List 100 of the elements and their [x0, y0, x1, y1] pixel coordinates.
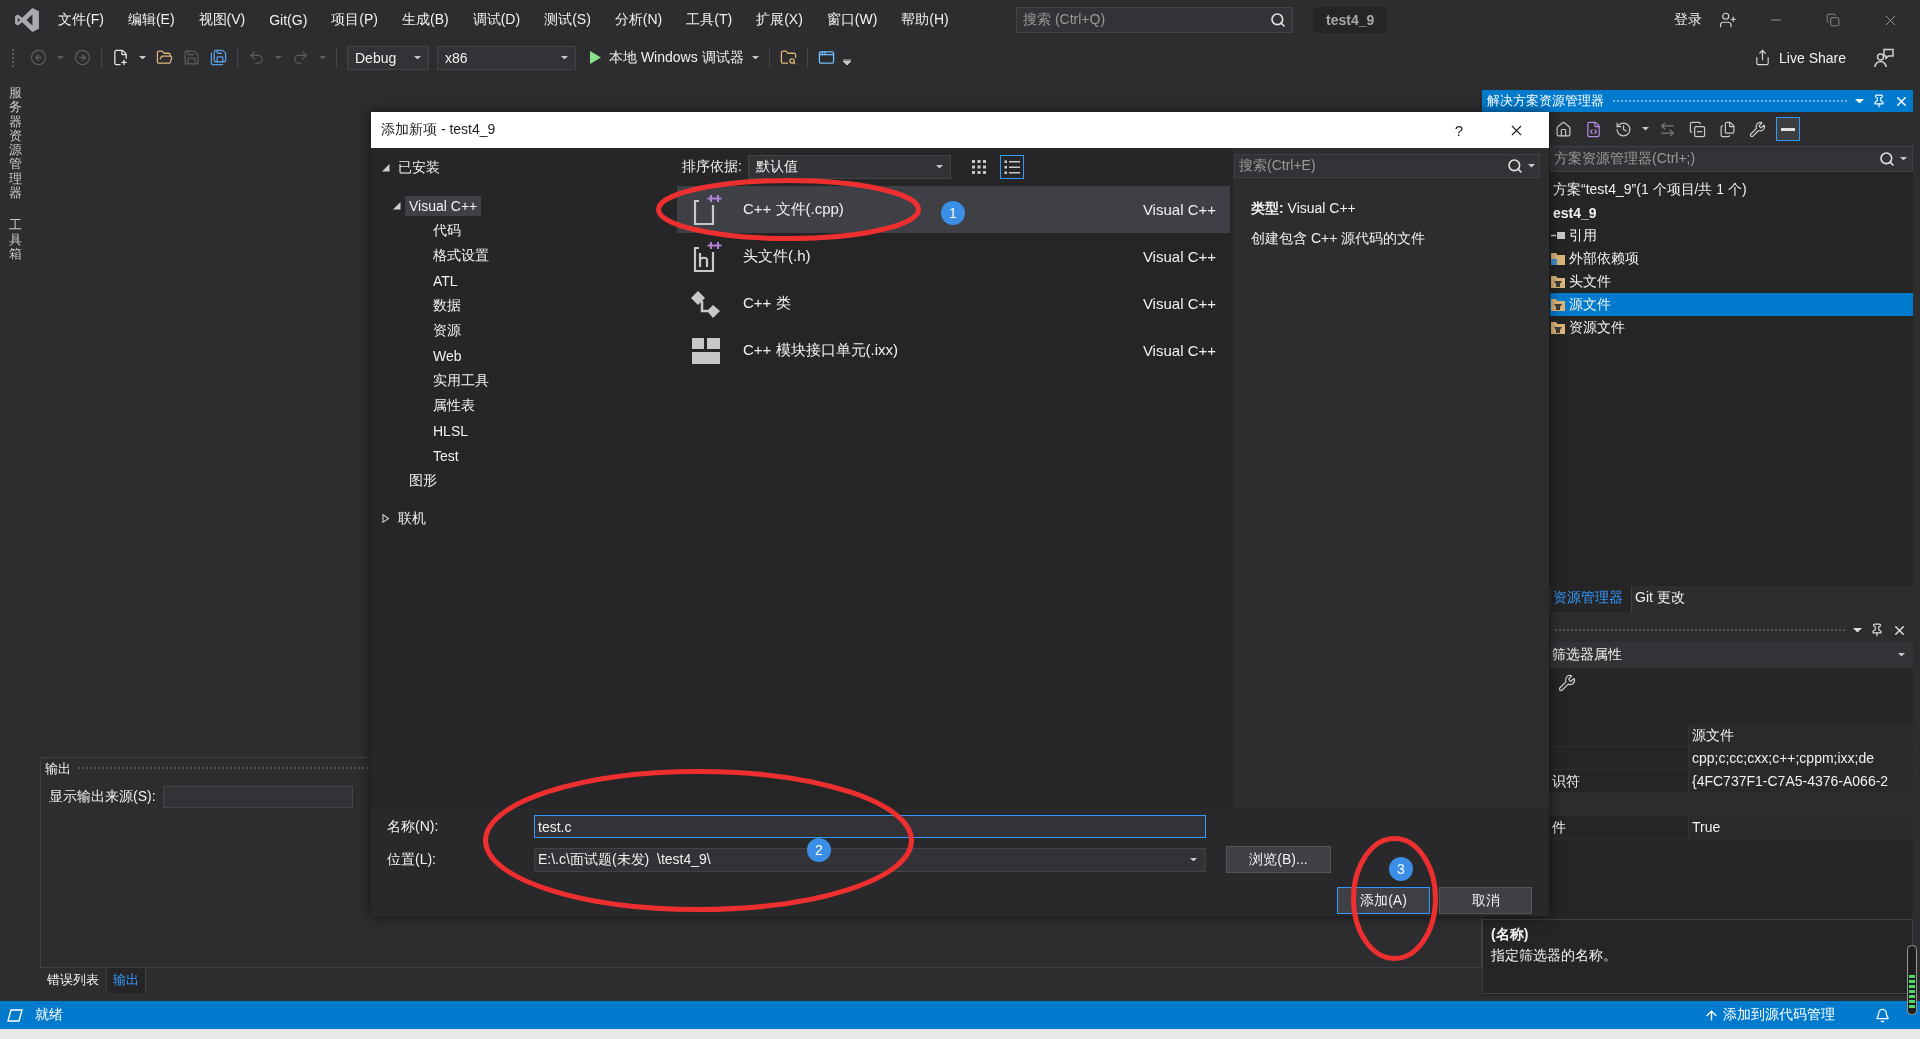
side-tab[interactable]: 工具箱: [8, 218, 22, 262]
caret-icon[interactable]: [1528, 164, 1535, 168]
menu-item[interactable]: 帮助(H): [889, 6, 961, 34]
search-field[interactable]: 方案资源管理器(Ctrl+;): [1550, 146, 1913, 172]
caret-icon[interactable]: [1900, 157, 1907, 161]
template-item[interactable]: C++ 类 Visual C++: [677, 280, 1230, 327]
tree-item[interactable]: Visual C++: [405, 195, 482, 216]
tree-item[interactable]: 图形: [405, 469, 441, 492]
tree-item[interactable]: est4_9: [1550, 201, 1913, 224]
caret-icon[interactable]: [751, 55, 759, 60]
property-value[interactable]: cpp;c;cc;cxx;c++;cppm;ixx;de: [1688, 747, 1913, 769]
menu-item[interactable]: 项目(P): [319, 6, 390, 34]
browse-button[interactable]: 浏览(B)...: [1226, 846, 1331, 873]
caret-icon[interactable]: [1853, 627, 1862, 633]
tree-item[interactable]: 数据: [429, 294, 465, 317]
tree-item[interactable]: 引用: [1550, 224, 1913, 247]
folder-search-icon[interactable]: [779, 49, 797, 66]
property-value[interactable]: {4FC737F1-C7A5-4376-A066-2: [1688, 770, 1913, 792]
template-item[interactable]: 头文件(.h) Visual C++: [677, 233, 1230, 280]
save-all-icon[interactable]: [210, 49, 227, 66]
folder-icon[interactable]: [156, 49, 173, 66]
tree-item[interactable]: 头文件: [1550, 270, 1913, 293]
wrench-icon[interactable]: [1558, 674, 1576, 692]
template-item[interactable]: C++ 模块接口单元(.ixx) Visual C++: [677, 327, 1230, 374]
menu-item[interactable]: 扩展(X): [744, 6, 815, 34]
caret-icon[interactable]: [1898, 653, 1905, 657]
tree-item[interactable]: Test: [429, 445, 463, 466]
panel-tab[interactable]: 资源管理器: [1550, 586, 1632, 612]
tree-item[interactable]: HLSL: [429, 420, 473, 441]
search-icon[interactable]: [1507, 158, 1523, 174]
window-icon[interactable]: [817, 49, 835, 66]
tree-item[interactable]: 资源: [429, 319, 465, 342]
grip-icon[interactable]: [12, 47, 16, 68]
tree-item[interactable]: 方案“test4_9”(1 个项目/共 1 个): [1550, 178, 1913, 201]
menu-item[interactable]: 分析(N): [602, 6, 675, 34]
tree-item[interactable]: 属性表: [429, 394, 479, 417]
property-value[interactable]: True: [1688, 816, 1913, 838]
add-button[interactable]: 添加(A): [1337, 887, 1430, 914]
live-share-button[interactable]: Live Share: [1754, 49, 1846, 66]
cancel-button[interactable]: 取消: [1439, 887, 1532, 914]
person-speech-icon[interactable]: [1874, 47, 1894, 68]
panel-tab[interactable]: Git 更改: [1632, 586, 1694, 612]
expanded-triangle-icon[interactable]: [392, 201, 401, 210]
property-value[interactable]: 源文件: [1688, 724, 1913, 746]
field-label: 位置(L):: [387, 850, 437, 869]
bar-caret-icon[interactable]: [842, 58, 851, 65]
add-user-icon[interactable]: [1719, 11, 1737, 29]
search-icon[interactable]: [1270, 12, 1286, 28]
panel-title: 解决方案资源管理器: [1487, 92, 1604, 110]
restore-icon[interactable]: [1826, 13, 1840, 27]
panel-tab[interactable]: 错误列表: [40, 968, 106, 993]
tree-item[interactable]: 源文件: [1550, 293, 1913, 316]
tree-item[interactable]: 实用工具: [429, 369, 493, 392]
sign-in-link[interactable]: 登录: [1674, 11, 1702, 29]
parallelogram-icon[interactable]: [7, 1008, 23, 1022]
sort-dropdown[interactable]: 默认值: [747, 155, 951, 179]
list-view-icon[interactable]: [999, 155, 1024, 179]
run-button[interactable]: 本地 Windows 调试器: [590, 48, 759, 67]
menu-item[interactable]: 工具(T): [674, 6, 745, 34]
tree-item[interactable]: 格式设置: [429, 244, 493, 267]
object-dropdown[interactable]: 筛选器属性: [1550, 642, 1913, 668]
menu-item[interactable]: 窗口(W): [814, 6, 890, 34]
new-file-icon[interactable]: [112, 49, 129, 66]
help-button[interactable]: ?: [1449, 121, 1469, 139]
source-control-link[interactable]: 添加到源代码管理: [1723, 1006, 1835, 1024]
platform-dropdown[interactable]: x86: [437, 45, 576, 70]
pin-icon[interactable]: [1872, 94, 1886, 108]
caret-icon[interactable]: [561, 55, 568, 60]
menu-item[interactable]: Git(G): [257, 6, 320, 34]
panel-tab[interactable]: 输出: [106, 968, 146, 993]
configuration-dropdown[interactable]: Debug: [347, 45, 429, 70]
expanded-triangle-icon[interactable]: [381, 163, 390, 172]
tree-item[interactable]: 代码: [429, 219, 465, 242]
search-icon[interactable]: [1879, 151, 1895, 167]
name-field[interactable]: test.c: [534, 815, 1206, 838]
tree-item[interactable]: 联机: [394, 507, 430, 530]
tree-item[interactable]: Web: [429, 345, 466, 366]
tree-item[interactable]: ATL: [429, 270, 462, 291]
menu-item[interactable]: 生成(B): [390, 6, 461, 34]
menu-item[interactable]: 视图(V): [186, 6, 258, 34]
collapsed-triangle-icon[interactable]: [381, 514, 390, 523]
caret-icon[interactable]: [139, 55, 146, 60]
dash-icon[interactable]: [1776, 117, 1800, 141]
caret-icon[interactable]: [935, 165, 943, 169]
caret-icon[interactable]: [1642, 127, 1649, 131]
menu-item[interactable]: 编辑(E): [115, 6, 187, 34]
search-field[interactable]: 搜索 (Ctrl+Q): [1016, 7, 1293, 33]
menu-item[interactable]: 调试(D): [460, 6, 533, 34]
menu-item[interactable]: 测试(S): [532, 6, 603, 34]
caret-icon[interactable]: [414, 55, 421, 60]
caret-icon[interactable]: [1855, 98, 1864, 104]
pin-icon[interactable]: [1870, 623, 1884, 637]
side-tab[interactable]: 服务器资源管理器: [8, 86, 22, 201]
menu-item[interactable]: 文件(F): [46, 6, 116, 34]
tree-item[interactable]: 已安装: [394, 156, 444, 179]
tree-item[interactable]: 外部依赖项: [1550, 247, 1913, 270]
tree-item[interactable]: 资源文件: [1550, 316, 1913, 339]
bell-icon[interactable]: [1875, 1007, 1890, 1023]
search-field[interactable]: 搜索(Ctrl+E): [1234, 154, 1540, 178]
caret-icon[interactable]: [1190, 857, 1197, 862]
